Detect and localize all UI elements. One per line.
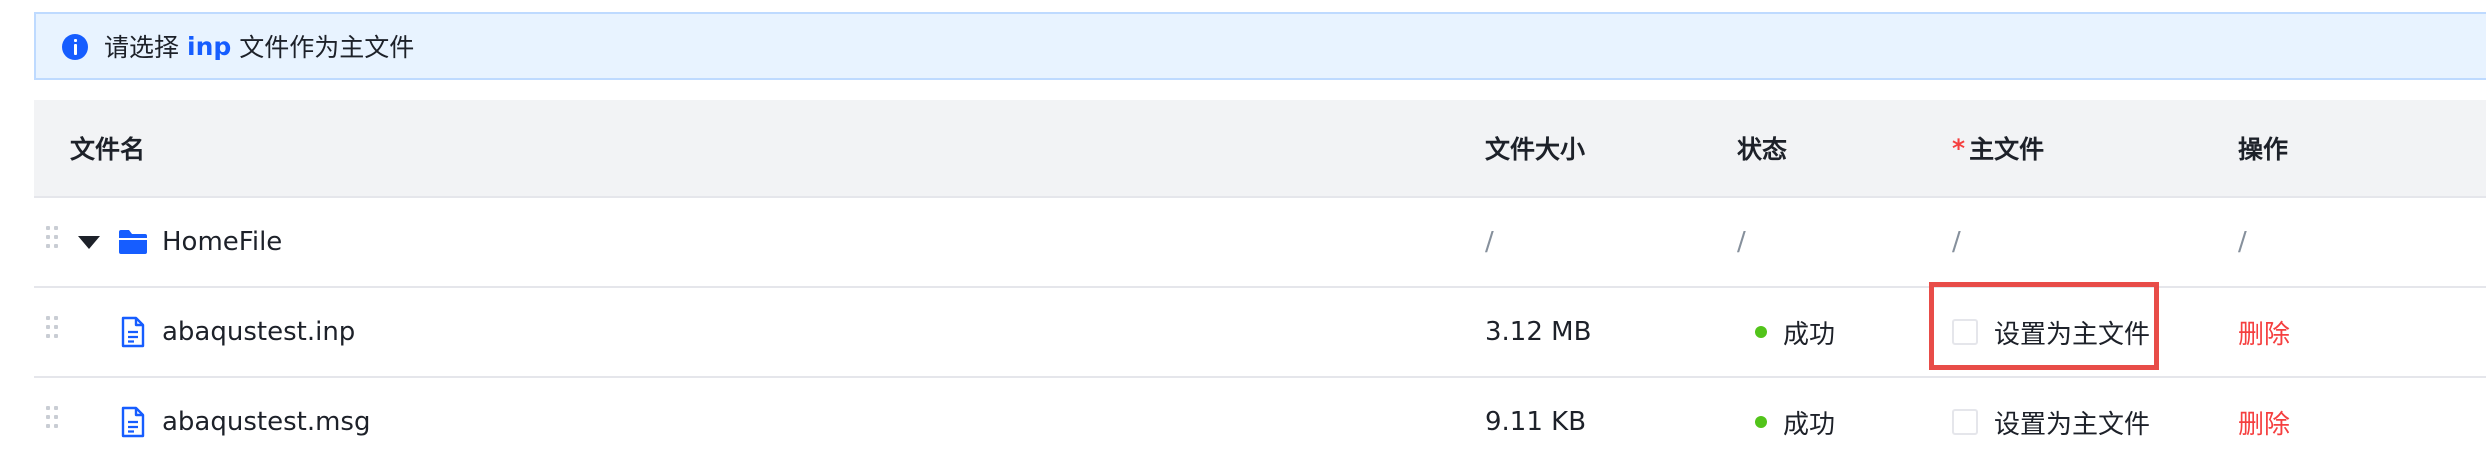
drag-handle-icon[interactable] <box>46 226 58 258</box>
checkbox-label: 设置为主文件 <box>1994 409 2151 440</box>
required-mark: * <box>1952 133 1966 163</box>
set-main-file-checkbox[interactable]: 设置为主文件 <box>1952 378 2150 454</box>
info-icon <box>62 34 88 60</box>
file-size: 3.12 MB <box>1485 317 1592 347</box>
expand-toggle[interactable] <box>78 198 100 286</box>
banner-file-type: inp <box>187 31 232 61</box>
file-status: / <box>1737 227 1746 257</box>
table-row: abaqustest.msg 9.11 KB 成功 设置为主文件 删除 <box>34 378 2486 454</box>
banner-prefix: 请选择 <box>104 33 180 62</box>
file-name: abaqustest.msg <box>162 407 371 437</box>
status-label: 成功 <box>1783 319 1836 350</box>
annotation-highlight-box <box>1929 282 2159 370</box>
column-header-main-file: * 主文件 <box>1952 100 2044 196</box>
column-header-actions: 操作 <box>2238 135 2289 164</box>
delete-button[interactable]: 删除 <box>2238 288 2290 376</box>
folder-icon <box>119 230 147 254</box>
file-status: 成功 <box>1755 378 1835 454</box>
drag-handle-icon[interactable] <box>46 316 58 348</box>
file-icon <box>121 316 145 348</box>
banner-message: 请选择 inp 文件作为主文件 <box>104 14 414 78</box>
file-name: abaqustest.inp <box>162 317 356 347</box>
file-name: HomeFile <box>162 227 283 257</box>
file-size: 9.11 KB <box>1485 407 1587 437</box>
file-name-cell: HomeFile <box>118 198 282 286</box>
file-size: / <box>1485 227 1494 257</box>
checkbox[interactable] <box>1952 409 1978 435</box>
file-status: 成功 <box>1755 288 1835 376</box>
caret-down-icon <box>78 235 100 249</box>
column-header-size: 文件大小 <box>1485 135 1586 164</box>
status-success-dot <box>1755 326 1767 338</box>
column-header-name: 文件名 <box>70 135 146 164</box>
actions-cell: / <box>2238 227 2247 257</box>
status-success-dot <box>1755 416 1767 428</box>
file-icon <box>121 406 145 438</box>
file-name-cell: abaqustest.msg <box>120 378 370 454</box>
banner-suffix: 文件作为主文件 <box>239 33 415 62</box>
delete-button[interactable]: 删除 <box>2238 378 2290 454</box>
info-banner: 请选择 inp 文件作为主文件 <box>34 12 2486 80</box>
column-header-main-file-label: 主文件 <box>1969 135 2045 164</box>
column-header-status: 状态 <box>1737 135 1788 164</box>
main-file-cell: / <box>1952 227 1961 257</box>
file-table: 文件名 文件大小 状态 * 主文件 操作 HomeFile / / / / ab… <box>34 100 2486 454</box>
file-name-cell: abaqustest.inp <box>120 288 355 376</box>
table-header: 文件名 文件大小 状态 * 主文件 操作 <box>34 100 2486 198</box>
file-upload-panel: 请选择 inp 文件作为主文件 文件名 文件大小 状态 * 主文件 操作 Hom… <box>0 0 2486 454</box>
status-label: 成功 <box>1783 409 1836 440</box>
drag-handle-icon[interactable] <box>46 406 58 438</box>
table-row: HomeFile / / / / <box>34 198 2486 288</box>
